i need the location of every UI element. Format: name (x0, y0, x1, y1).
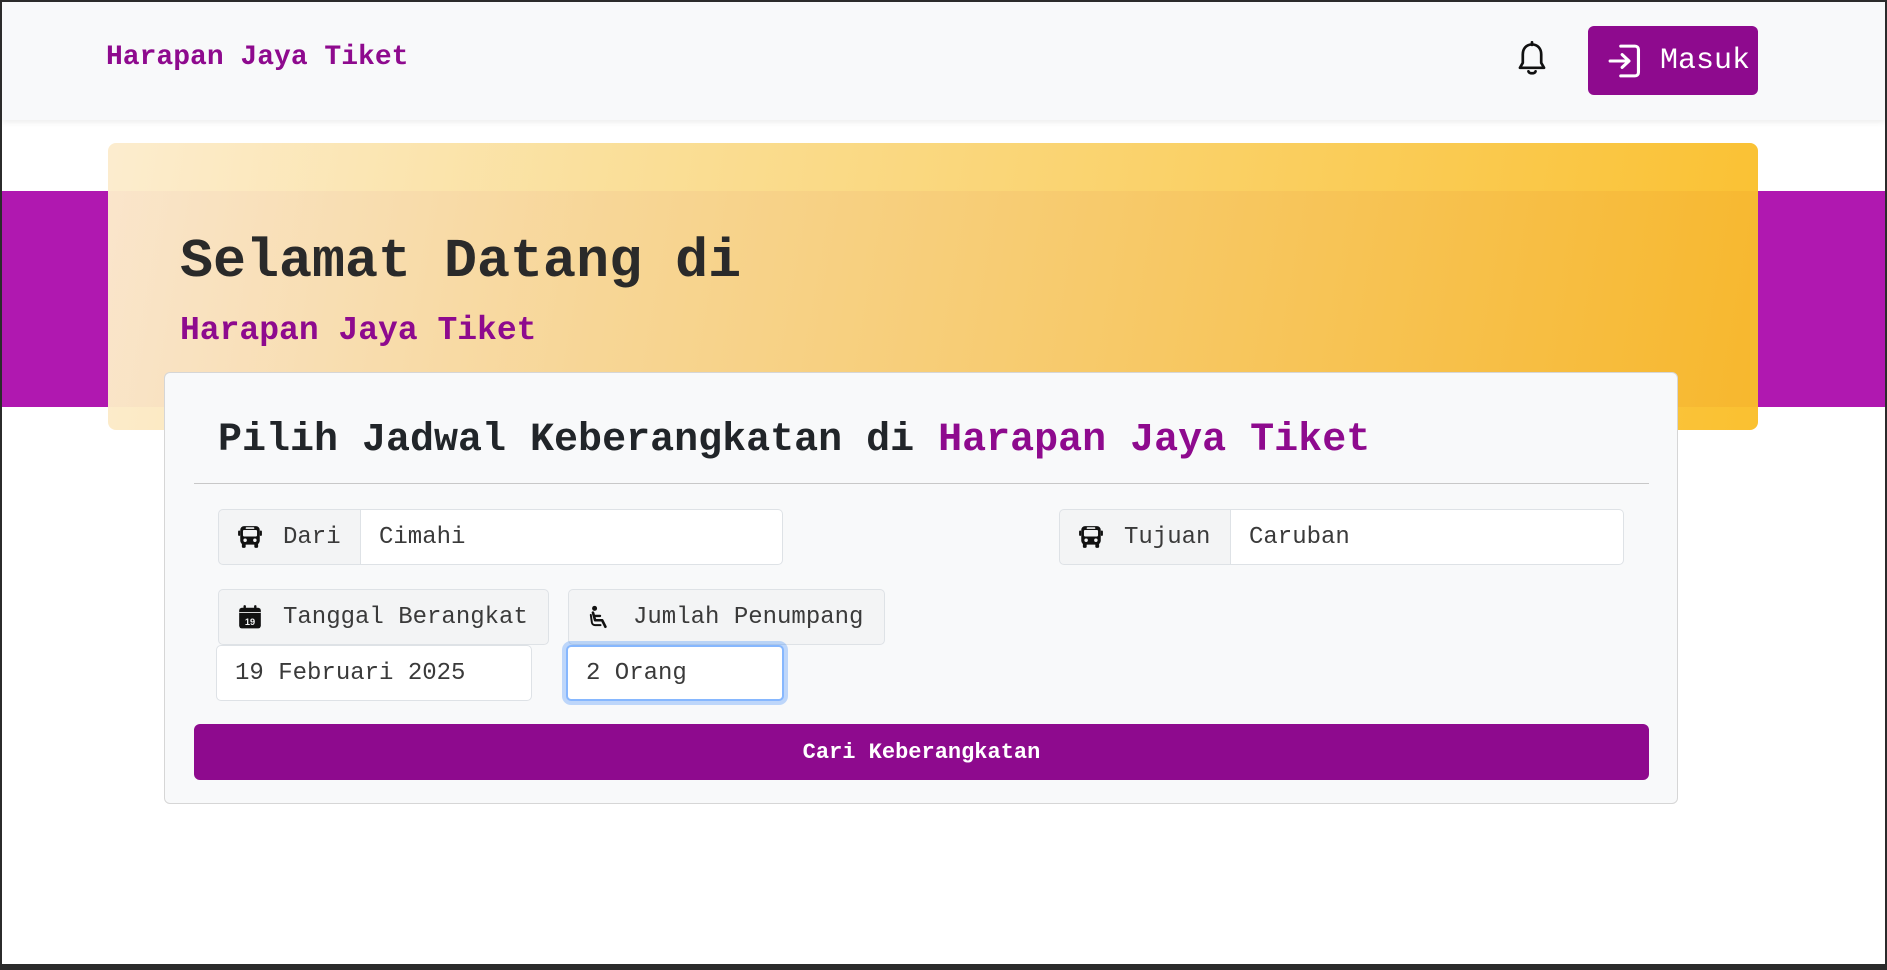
seat-icon (587, 604, 613, 630)
bus-icon (1078, 524, 1104, 550)
date-group: 19 Tanggal Berangkat (218, 589, 549, 645)
destination-label-box: Tujuan (1059, 509, 1231, 565)
destination-label: Tujuan (1124, 523, 1211, 551)
sign-in-icon (1608, 42, 1642, 80)
form-title: Pilih Jadwal Keberangkatan di Harapan Ja… (218, 418, 1370, 463)
passengers-label-box: Jumlah Penumpang (568, 589, 885, 645)
passengers-group: Jumlah Penumpang (568, 589, 885, 645)
date-input[interactable]: 19 Februari 2025 (216, 645, 532, 701)
hero-title: Selamat Datang di (180, 230, 742, 293)
destination-group: Tujuan Caruban (1059, 509, 1624, 565)
hero-subtitle: Harapan Jaya Tiket (180, 312, 537, 349)
form-title-accent: Harapan Jaya Tiket (938, 418, 1371, 463)
login-label: Masuk (1660, 43, 1751, 78)
origin-label-box: Dari (218, 509, 361, 565)
passengers-input[interactable]: 2 Orang (566, 645, 784, 701)
calendar-icon: 19 (237, 604, 263, 630)
brand-link[interactable]: Harapan Jaya Tiket (106, 42, 408, 73)
form-divider (194, 483, 1649, 484)
search-departures-button[interactable]: Cari Keberangkatan (194, 724, 1649, 780)
bus-icon (237, 524, 263, 550)
passengers-label: Jumlah Penumpang (633, 603, 864, 631)
date-label-box: 19 Tanggal Berangkat (218, 589, 549, 645)
origin-label: Dari (283, 523, 341, 551)
form-title-prefix: Pilih Jadwal Keberangkatan di (218, 418, 939, 463)
date-label: Tanggal Berangkat (283, 603, 528, 631)
login-button[interactable]: Masuk (1588, 26, 1758, 95)
svg-text:19: 19 (245, 617, 255, 627)
bell-icon[interactable] (1514, 40, 1550, 80)
origin-group: Dari Cimahi (218, 509, 783, 565)
origin-input[interactable]: Cimahi (361, 509, 783, 565)
destination-input[interactable]: Caruban (1231, 509, 1624, 565)
